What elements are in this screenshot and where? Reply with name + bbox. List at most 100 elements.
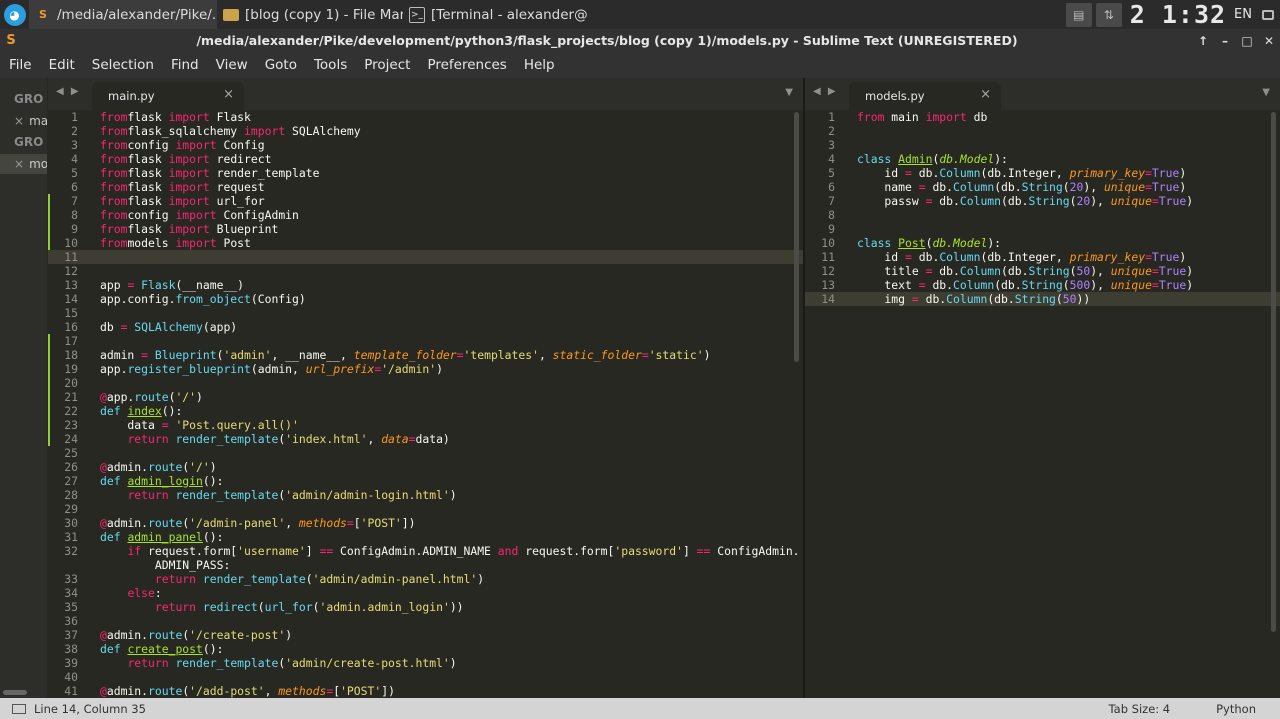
code-line[interactable]: 9 fromflask import Blueprint (48, 222, 803, 236)
code-line[interactable]: 14 app.config.from_object(Config) (48, 292, 803, 306)
close-icon[interactable]: × (223, 87, 234, 102)
code-line[interactable]: 13 text = db.Column(db.String(500), uniq… (805, 278, 1280, 292)
tab-models-py[interactable]: models.py × (849, 82, 1001, 110)
code-line[interactable]: 9 (805, 222, 1280, 236)
code-line[interactable]: 10 class Post(db.Model): (805, 236, 1280, 250)
network-icon[interactable]: ▤ (1065, 2, 1092, 27)
code-line[interactable]: 27 def admin_login(): (48, 474, 803, 488)
menu-view[interactable]: View (207, 57, 256, 73)
code-line[interactable]: 38 def create_post(): (48, 642, 803, 656)
tab-menu-icon[interactable]: ▼ (785, 87, 793, 98)
code-line[interactable]: 37 @admin.route('/create-post') (48, 628, 803, 642)
code-line[interactable]: 7 fromflask import url_for (48, 194, 803, 208)
code-line[interactable]: 12 (48, 264, 803, 278)
code-line[interactable]: 5 id = db.Column(db.Integer, primary_key… (805, 166, 1280, 180)
code-line[interactable]: 23 data = 'Post.query.all()' (48, 418, 803, 432)
code-line[interactable]: 13 app = Flask(__name__) (48, 278, 803, 292)
code-line[interactable]: 14 img = db.Column(db.String(50)) (805, 292, 1280, 306)
code-line[interactable]: 40 (48, 670, 803, 684)
code-line[interactable]: 26 @admin.route('/') (48, 460, 803, 474)
code-line[interactable]: 20 (48, 376, 803, 390)
close-icon[interactable]: × (980, 87, 991, 102)
code-line[interactable]: 24 return render_template('index.html', … (48, 432, 803, 446)
syntax-mode[interactable]: Python (1216, 702, 1256, 716)
menu-goto[interactable]: Goto (256, 57, 305, 73)
code-line[interactable]: 6 fromflask import request (48, 180, 803, 194)
code-line[interactable]: 41 @admin.route('/add-post', methods=['PO… (48, 684, 803, 698)
code-line[interactable]: 4 class Admin(db.Model): (805, 152, 1280, 166)
code-line[interactable]: 8 fromconfig import ConfigAdmin (48, 208, 803, 222)
menu-file[interactable]: File (0, 57, 40, 73)
menu-help[interactable]: Help (515, 57, 563, 73)
code-line[interactable]: 39 return render_template('admin/create-… (48, 656, 803, 670)
maximize-button[interactable]: □ (1236, 34, 1258, 48)
code-line[interactable]: 1 from main import db (805, 110, 1280, 124)
clock[interactable]: 2 1:32 (1130, 0, 1226, 29)
code-line[interactable]: 31 def admin_panel(): (48, 530, 803, 544)
code-line[interactable]: 25 (48, 446, 803, 460)
vertical-scrollbar[interactable] (1271, 112, 1276, 632)
code-line[interactable]: 32 if request.form['username'] == Config… (48, 544, 803, 558)
menu-project[interactable]: Project (355, 57, 418, 73)
code-line[interactable]: 8 (805, 208, 1280, 222)
code-line[interactable]: 33 return render_template('admin/admin-p… (48, 572, 803, 586)
menu-tools[interactable]: Tools (305, 57, 355, 73)
code-line[interactable]: 1 fromflask import Flask (48, 110, 803, 124)
app-launcher-button[interactable]: ◕ (0, 0, 29, 29)
code-line[interactable]: 15 (48, 306, 803, 320)
code-line[interactable]: 19 app.register_blueprint(admin, url_pref… (48, 362, 803, 376)
code-line[interactable]: 30 @admin.route('/admin-panel', methods=[… (48, 516, 803, 530)
menu-preferences[interactable]: Preferences (418, 57, 514, 73)
code-line[interactable]: 11 (48, 250, 803, 264)
code-line[interactable]: 7 passw = db.Column(db.String(20), uniqu… (805, 194, 1280, 208)
menu-find[interactable]: Find (162, 57, 207, 73)
code-line[interactable]: 21 @app.route('/') (48, 390, 803, 404)
code-line[interactable]: 5 fromflask import render_template (48, 166, 803, 180)
code-line[interactable]: 22 def index(): (48, 404, 803, 418)
keyboard-layout[interactable]: EN (1234, 7, 1252, 22)
code-line[interactable]: 34 else: (48, 586, 803, 600)
code-line[interactable]: 3 fromconfig import Config (48, 138, 803, 152)
close-icon[interactable]: × (14, 157, 24, 171)
code-line[interactable]: 17 (48, 334, 803, 348)
code-line[interactable]: 28 return render_template('admin/admin-l… (48, 488, 803, 502)
code-line[interactable]: 18 admin = Blueprint('admin', __name__, t… (48, 348, 803, 362)
sidebar-file-models[interactable]: × mod (0, 154, 47, 174)
code-line[interactable]: 35 return redirect(url_for('admin.admin_… (48, 600, 803, 614)
tab-main-py[interactable]: main.py × (92, 82, 244, 110)
minimize-button[interactable]: – (1214, 34, 1236, 48)
transfer-icon[interactable]: ⇅ (1095, 2, 1122, 27)
panel-toggle-icon[interactable] (12, 703, 26, 714)
code-area[interactable]: 1 fromflask import Flask 2 fromflask_sqlalc… (48, 110, 803, 698)
code-line[interactable]: 16 db = SQLAlchemy(app) (48, 320, 803, 334)
code-line[interactable]: 29 (48, 502, 803, 516)
code-line[interactable]: 11 id = db.Column(db.Integer, primary_ke… (805, 250, 1280, 264)
code-line[interactable]: 36 (48, 614, 803, 628)
code-line[interactable]: 10 frommodels import Post (48, 236, 803, 250)
code-line[interactable]: 4 fromflask import redirect (48, 152, 803, 166)
sidebar-file-main[interactable]: × mai (0, 111, 47, 131)
sidebar-scrollbar[interactable] (3, 690, 27, 695)
code-line[interactable]: 6 name = db.Column(db.String(20), unique… (805, 180, 1280, 194)
menu-selection[interactable]: Selection (83, 57, 162, 73)
close-button[interactable]: ✕ (1258, 34, 1280, 48)
code-line[interactable]: ADMIN_PASS: (48, 558, 803, 572)
code-line[interactable]: 12 title = db.Column(db.String(50), uniq… (805, 264, 1280, 278)
close-icon[interactable]: × (14, 114, 24, 128)
tab-nav-arrows-icon[interactable]: ◀ ▶ (56, 86, 81, 97)
window-titlebar: S /media/alexander/Pike/development/pyth… (0, 29, 1280, 52)
code-token: request.form[ (518, 544, 615, 558)
taskbar-app-terminal[interactable]: >_ [Terminal - alexander@... (403, 0, 589, 29)
code-line[interactable]: 2 fromflask_sqlalchemy import SQLAlchemy (48, 124, 803, 138)
taskbar-app-file-manager[interactable]: [blog (copy 1) - File Man... (217, 0, 403, 29)
taskbar-app-sublime[interactable]: S /media/alexander/Pike/... (29, 0, 217, 29)
code-line[interactable]: 2 (805, 124, 1280, 138)
tab-menu-icon[interactable]: ▼ (1262, 87, 1270, 98)
maximize-up-icon[interactable]: ↑ (1192, 34, 1214, 48)
code-line[interactable]: 3 (805, 138, 1280, 152)
tab-nav-arrows-icon[interactable]: ◀ ▶ (813, 86, 838, 97)
code-area[interactable]: 1 from main import db 2 3 4 class Admin(db.Mo… (805, 110, 1280, 306)
vertical-scrollbar[interactable] (794, 112, 799, 362)
menu-edit[interactable]: Edit (40, 57, 83, 73)
tab-size[interactable]: Tab Size: 4 (1109, 702, 1171, 716)
